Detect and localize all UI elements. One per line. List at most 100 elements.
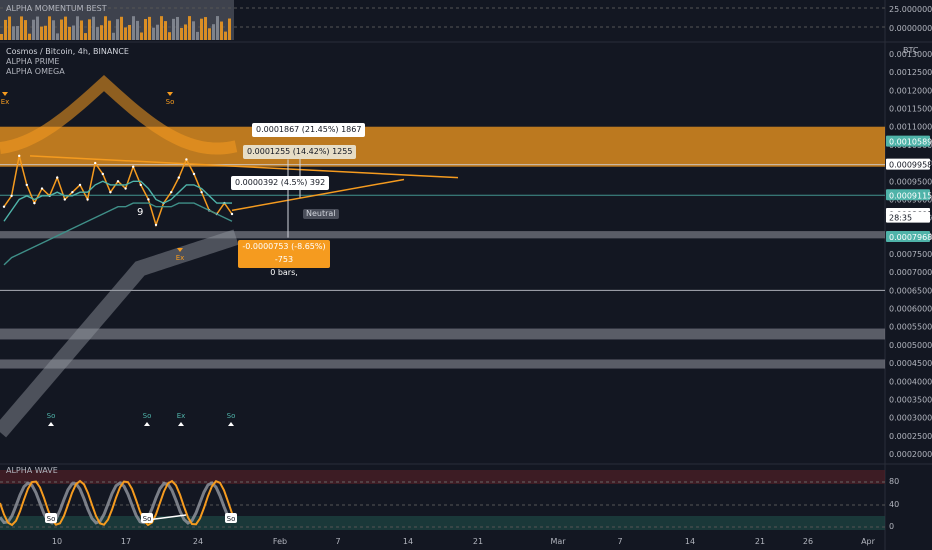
price-label: 0.0007968 (889, 233, 932, 242)
price-axis-tick: 0.0002500 (889, 432, 932, 441)
momentum-bar (164, 21, 167, 40)
momentum-bar (212, 24, 215, 40)
momentum-bar (88, 19, 91, 40)
momentum-bar (224, 31, 227, 40)
price-axis-tick: 0.0005000 (889, 341, 932, 350)
wave-signal-label: So (227, 515, 236, 523)
momentum-bar (84, 33, 87, 40)
time-axis-tick: 14 (685, 537, 695, 546)
price-point (109, 190, 112, 194)
price-point (132, 165, 135, 168)
momentum-bar (4, 19, 7, 40)
time-axis-tick: Feb (273, 537, 287, 546)
price-point (63, 198, 66, 201)
momentum-bar (124, 27, 127, 40)
momentum-bar (20, 16, 23, 40)
momentum-bar (168, 32, 171, 40)
price-point (192, 172, 196, 176)
momentum-bar (16, 26, 19, 40)
price-point (94, 161, 97, 165)
momentum-bar (116, 19, 119, 40)
currency-label: BTC (903, 46, 919, 55)
momentum-bar (52, 20, 55, 40)
price-axis-tick: 0.0004500 (889, 359, 932, 368)
momentum-bar (80, 20, 83, 40)
measure-box-4-value: -0.0000753 (-8.65%) -753 (242, 242, 326, 264)
momentum-bar (12, 26, 15, 40)
momentum-bar (24, 20, 27, 40)
zone-2 (0, 328, 885, 340)
signal-label: So (143, 412, 152, 420)
time-axis-tick: 14 (403, 537, 413, 546)
momentum-bar (220, 21, 223, 40)
momentum-bar (172, 18, 175, 40)
momentum-bar (0, 34, 3, 40)
momentum-bar (204, 17, 207, 40)
momentum-bar (136, 20, 139, 40)
momentum-bar (68, 26, 71, 40)
measure-box-4[interactable]: -0.0000753 (-8.65%) -753 0 bars, (238, 240, 330, 277)
momentum-bar (100, 25, 103, 40)
count-label: 9 (137, 207, 144, 218)
price-axis-tick: 0.0006000 (889, 305, 932, 314)
momentum-bar (132, 16, 135, 40)
momentum-bar (108, 20, 111, 40)
wave-axis-40: 40 (889, 500, 900, 509)
price-axis-tick: 0.0003500 (889, 395, 932, 404)
time-axis-tick: 26 (803, 537, 813, 546)
price-point (78, 183, 82, 187)
signal-label: Ex (176, 254, 185, 262)
momentum-bar (180, 27, 183, 40)
wave-axis-0: 0 (889, 522, 895, 531)
measure-box-2[interactable]: 0.0001255 (14.42%) 1255 (243, 145, 357, 159)
momentum-bar (184, 24, 187, 40)
price-point (200, 190, 203, 194)
signal-label: So (166, 98, 175, 106)
momentum-bar (160, 16, 163, 40)
price-axis-tick: 0.0004000 (889, 377, 932, 386)
indicator-alpha-prime: ALPHA PRIME (6, 57, 60, 66)
price-point (56, 176, 59, 179)
momentum-bar (128, 24, 131, 40)
price-axis-tick: 0.0006500 (889, 286, 932, 295)
momentum-bar (36, 16, 39, 40)
momentum-bar (8, 16, 11, 40)
time-axis-tick: 21 (473, 537, 483, 546)
chart-canvas[interactable]: 0.00130000.00125000.00120000.00115000.00… (0, 0, 932, 550)
momentum-bar (48, 16, 51, 40)
measure-box-3[interactable]: 0.0000392 (4.5%) 392 (231, 176, 330, 190)
price-label: 0.0009958 (889, 161, 932, 170)
price-axis-tick: 0.0005500 (889, 323, 932, 332)
momentum-bar (176, 16, 179, 40)
price-axis-tick: 0.0003000 (889, 414, 932, 423)
top-axis-label: 25.0000000 (889, 5, 932, 14)
price-axis-tick: 0.0009500 (889, 177, 932, 186)
measure-box-4-bars: 0 bars, (270, 268, 298, 277)
price-point (185, 158, 188, 161)
momentum-bar (76, 16, 79, 40)
bottom-pane-title: ALPHA WAVE (6, 466, 58, 475)
wave-oversold-zone (0, 516, 885, 530)
time-axis-tick: Mar (550, 537, 566, 546)
price-point (101, 172, 105, 176)
momentum-bar (192, 21, 195, 40)
top-axis-label-2: 0.0000000 (889, 24, 932, 33)
momentum-bar (28, 33, 31, 40)
momentum-bar (72, 25, 75, 40)
price-point (230, 212, 234, 216)
top-pane-title: ALPHA MOMENTUM BEST (6, 4, 107, 13)
price-point (154, 223, 158, 227)
momentum-bar (96, 27, 99, 40)
signal-label: Ex (1, 98, 10, 106)
measure-box-1[interactable]: 0.0001867 (21.45%) 1867 (252, 123, 366, 137)
momentum-bar (56, 33, 59, 40)
price-label: 28:35 (889, 214, 912, 223)
time-axis-tick: 17 (121, 537, 131, 546)
price-point (10, 194, 13, 198)
signal-label: So (227, 412, 236, 420)
momentum-bar (152, 27, 155, 40)
momentum-bar (140, 32, 143, 40)
symbol-title: Cosmos / Bitcoin, 4h, BINANCE (6, 47, 129, 56)
price-point (116, 180, 120, 183)
price-axis-tick: 0.0007000 (889, 268, 932, 277)
